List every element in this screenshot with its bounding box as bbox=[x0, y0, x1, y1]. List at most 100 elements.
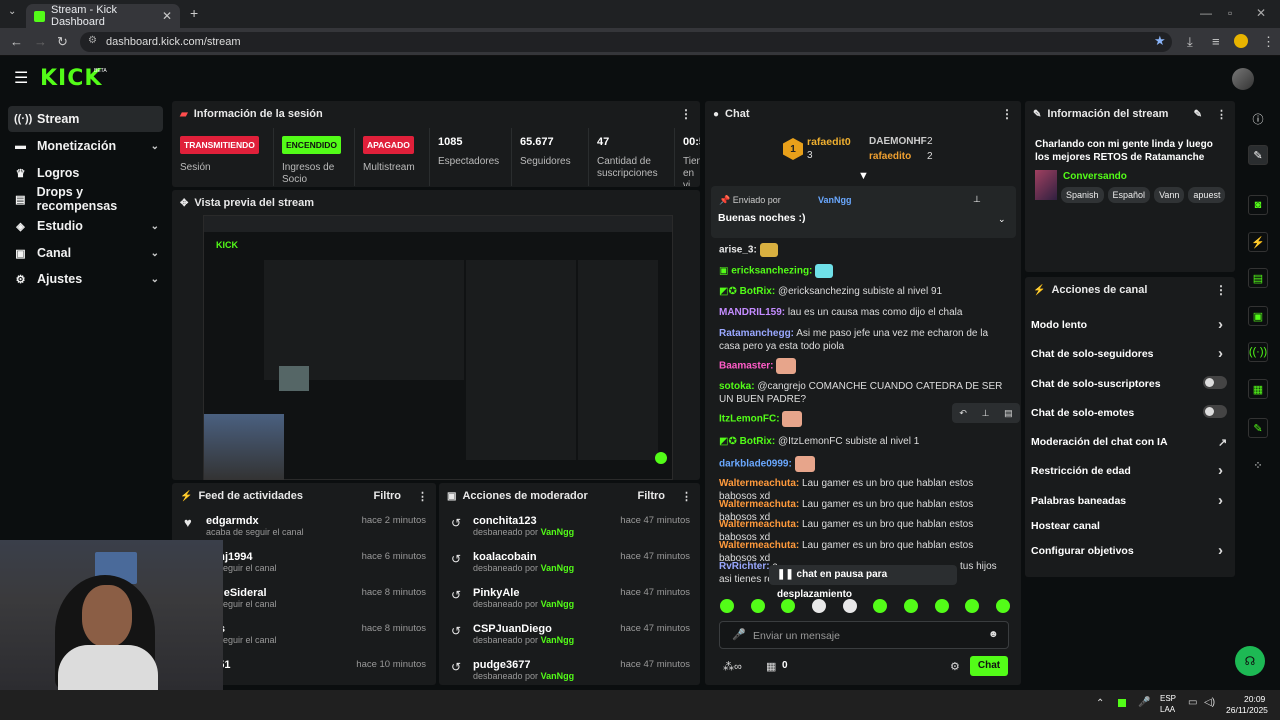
list-item[interactable]: ↺ pudge3677 desbaneado por VanNgg hace 47 m… bbox=[439, 653, 700, 689]
reply-icon[interactable]: ↶ bbox=[959, 408, 967, 419]
chat-username[interactable]: Waltermeachuta: bbox=[719, 519, 799, 530]
chat-icon[interactable]: ▣ bbox=[1248, 306, 1268, 326]
chat-username[interactable]: ItzLemonFC: bbox=[719, 414, 780, 425]
lang-2[interactable]: LAA bbox=[1160, 705, 1175, 714]
hamburger-menu-icon[interactable]: ☰ bbox=[14, 68, 28, 88]
mod-filter-button[interactable]: Filtro bbox=[638, 490, 666, 502]
channel-action-chat-de-solo-emotes[interactable]: Chat de solo-emotes bbox=[1031, 405, 1229, 419]
chat-username[interactable]: sotoka: bbox=[719, 381, 755, 392]
category-name[interactable]: Conversando bbox=[1063, 171, 1127, 182]
chat-menu-icon[interactable]: ⋮ bbox=[1001, 107, 1013, 121]
lang-1[interactable]: ESP bbox=[1160, 694, 1176, 703]
channel-action-hostear-canal[interactable]: Hostear canal bbox=[1031, 520, 1229, 532]
bolt-icon[interactable]: ⚡ bbox=[1248, 232, 1268, 252]
chat-message[interactable]: darkblade0999: bbox=[719, 456, 1009, 472]
sidebar-item-estudio[interactable]: ◈ Estudio ⌄ bbox=[8, 213, 163, 239]
list-item[interactable]: ↺ CSPJuanDiego desbaneado por VanNgg hace 4… bbox=[439, 617, 700, 653]
network-icon[interactable]: ▭ bbox=[1188, 697, 1197, 708]
tab-list-icon[interactable]: ⌄ bbox=[8, 6, 16, 17]
chat-username[interactable]: Baamaster: bbox=[719, 361, 773, 372]
chat-paused-banner[interactable]: ❚❚ chat en pausa para desplazamiento bbox=[769, 565, 957, 600]
stream-tag[interactable]: Spanish bbox=[1061, 187, 1104, 203]
chat-message[interactable]: arise_3: bbox=[719, 243, 1009, 257]
close-window-icon[interactable]: ✕ bbox=[1256, 6, 1266, 20]
camera-icon[interactable]: ◙ bbox=[1248, 195, 1268, 215]
channel-action-restricci-n-de-edad[interactable]: Restricción de edad › bbox=[1031, 462, 1229, 479]
pin-icon[interactable]: ⊥ bbox=[982, 408, 990, 419]
expand-pinned-icon[interactable]: ⌄ bbox=[998, 214, 1006, 225]
media-icon[interactable]: ≡ bbox=[1212, 34, 1220, 49]
reload-icon[interactable]: ↻ bbox=[57, 34, 68, 50]
url-field[interactable]: dashboard.kick.com/stream bbox=[80, 32, 1172, 52]
chat-username[interactable]: Waltermeachuta: bbox=[719, 478, 799, 489]
sidebar-item-canal[interactable]: ▣ Canal ⌄ bbox=[8, 240, 163, 266]
toggle-switch[interactable] bbox=[1203, 405, 1227, 418]
activity-filter-button[interactable]: Filtro bbox=[374, 490, 402, 502]
sidebar-item-monetizaci-n[interactable]: ▬ Monetización ⌄ bbox=[8, 133, 163, 159]
emote-icon[interactable] bbox=[934, 599, 949, 613]
emote-icon[interactable] bbox=[995, 599, 1010, 613]
user-avatar[interactable] bbox=[1232, 68, 1254, 90]
sidebar-item-logros[interactable]: ♛ Logros bbox=[8, 160, 163, 186]
tray-chevron-icon[interactable]: ⌃ bbox=[1096, 698, 1104, 709]
chat-input[interactable]: 🎤 Enviar un mensaje ☻ bbox=[719, 621, 1009, 649]
session-menu-icon[interactable]: ⋮ bbox=[680, 107, 692, 121]
gift-store-icon[interactable]: ▦ bbox=[766, 660, 776, 673]
stream-preview-video[interactable]: KICK bbox=[203, 215, 673, 480]
back-icon[interactable]: ← bbox=[10, 34, 23, 49]
wrench-icon[interactable]: ✎ bbox=[1248, 418, 1268, 438]
chat-username[interactable]: BotRix: bbox=[740, 286, 776, 297]
channel-action-chat-de-solo-seguidores[interactable]: Chat de solo-seguidores › bbox=[1031, 345, 1229, 362]
leader-3-name[interactable]: rafaedito bbox=[869, 151, 911, 162]
emote-icon[interactable] bbox=[842, 599, 857, 613]
stream-info-menu-icon[interactable]: ⋮ bbox=[1216, 108, 1227, 121]
tray-mic-icon[interactable]: 🎤 bbox=[1138, 697, 1150, 708]
chat-username[interactable]: RvRichter: bbox=[719, 561, 770, 572]
chat-username[interactable]: Waltermeachuta: bbox=[719, 499, 799, 510]
stream-tag[interactable]: Español bbox=[1107, 187, 1151, 203]
browser-tab[interactable]: Stream - Kick Dashboard ✕ bbox=[26, 4, 180, 28]
stream-tag[interactable]: apuest bbox=[1188, 187, 1226, 203]
bookmark-star-icon[interactable]: ★ bbox=[1154, 33, 1166, 49]
forward-icon[interactable]: → bbox=[34, 34, 47, 49]
chat-username[interactable]: ericksanchezing: bbox=[731, 266, 812, 277]
chat-username[interactable]: arise_3: bbox=[719, 245, 757, 256]
maximize-icon[interactable]: ▫ bbox=[1228, 6, 1232, 20]
channel-action-palabras-baneadas[interactable]: Palabras baneadas › bbox=[1031, 492, 1229, 509]
profile-icon[interactable] bbox=[1234, 34, 1248, 48]
mod-menu-icon[interactable]: ⋮ bbox=[681, 490, 692, 503]
chat-message[interactable]: ▣ ericksanchezing: bbox=[719, 264, 1009, 278]
leader-1-name[interactable]: rafaedit0 bbox=[807, 136, 851, 148]
sidebar-item-drops-y-recompensas[interactable]: ▤ Drops y recompensas bbox=[8, 185, 163, 213]
infinite-points-icon[interactable]: ⁂∞ bbox=[723, 660, 742, 673]
activity-menu-icon[interactable]: ⋮ bbox=[417, 490, 428, 503]
site-info-icon[interactable]: ⚙ bbox=[88, 35, 97, 46]
channel-action-moderaci-n-del-chat-con-ia[interactable]: Moderación del chat con IA ↗ bbox=[1031, 436, 1229, 449]
list-item[interactable]: ↺ PinkyAle desbaneado por VanNgg hace 47 mi… bbox=[439, 581, 700, 617]
browser-menu-icon[interactable]: ⋮ bbox=[1262, 34, 1275, 50]
chat-message[interactable]: MANDRIL159: lau es un causa mas como dij… bbox=[719, 306, 1009, 319]
unpin-icon[interactable]: ⊥ bbox=[973, 194, 981, 205]
channel-action-modo-lento[interactable]: Modo lento › bbox=[1031, 316, 1229, 333]
clock-time[interactable]: 20:09 bbox=[1244, 694, 1265, 704]
volume-icon[interactable]: ◁) bbox=[1204, 697, 1215, 708]
chat-username[interactable]: Ratamanchegg: bbox=[719, 328, 794, 339]
emote-icon[interactable] bbox=[750, 599, 765, 613]
clipboard-icon[interactable]: ▤ bbox=[1248, 268, 1268, 288]
emoji-picker-icon[interactable]: ☻ bbox=[988, 629, 999, 640]
toggle-switch[interactable] bbox=[1203, 376, 1227, 389]
list-item[interactable]: ↺ koalacobain desbaneado por VanNgg hace 47… bbox=[439, 545, 700, 581]
clock-date[interactable]: 26/11/2025 bbox=[1226, 705, 1268, 715]
channel-actions-menu-icon[interactable]: ⋮ bbox=[1215, 283, 1227, 297]
emote-icon[interactable] bbox=[720, 599, 734, 613]
emote-icon[interactable] bbox=[903, 599, 918, 613]
broadcast-icon[interactable]: ((·)) bbox=[1248, 342, 1268, 362]
info-icon[interactable]: ⓘ bbox=[1248, 109, 1268, 129]
emote-icon[interactable] bbox=[965, 599, 980, 613]
chat-settings-icon[interactable]: ⚙ bbox=[950, 660, 960, 673]
chat-username[interactable]: BotRix: bbox=[740, 436, 776, 447]
emote-icon[interactable] bbox=[811, 599, 826, 613]
close-tab-icon[interactable]: ✕ bbox=[162, 9, 172, 23]
chat-username[interactable]: Waltermeachuta: bbox=[719, 540, 799, 551]
channel-action-chat-de-solo-suscriptores[interactable]: Chat de solo-suscriptores bbox=[1031, 376, 1229, 390]
